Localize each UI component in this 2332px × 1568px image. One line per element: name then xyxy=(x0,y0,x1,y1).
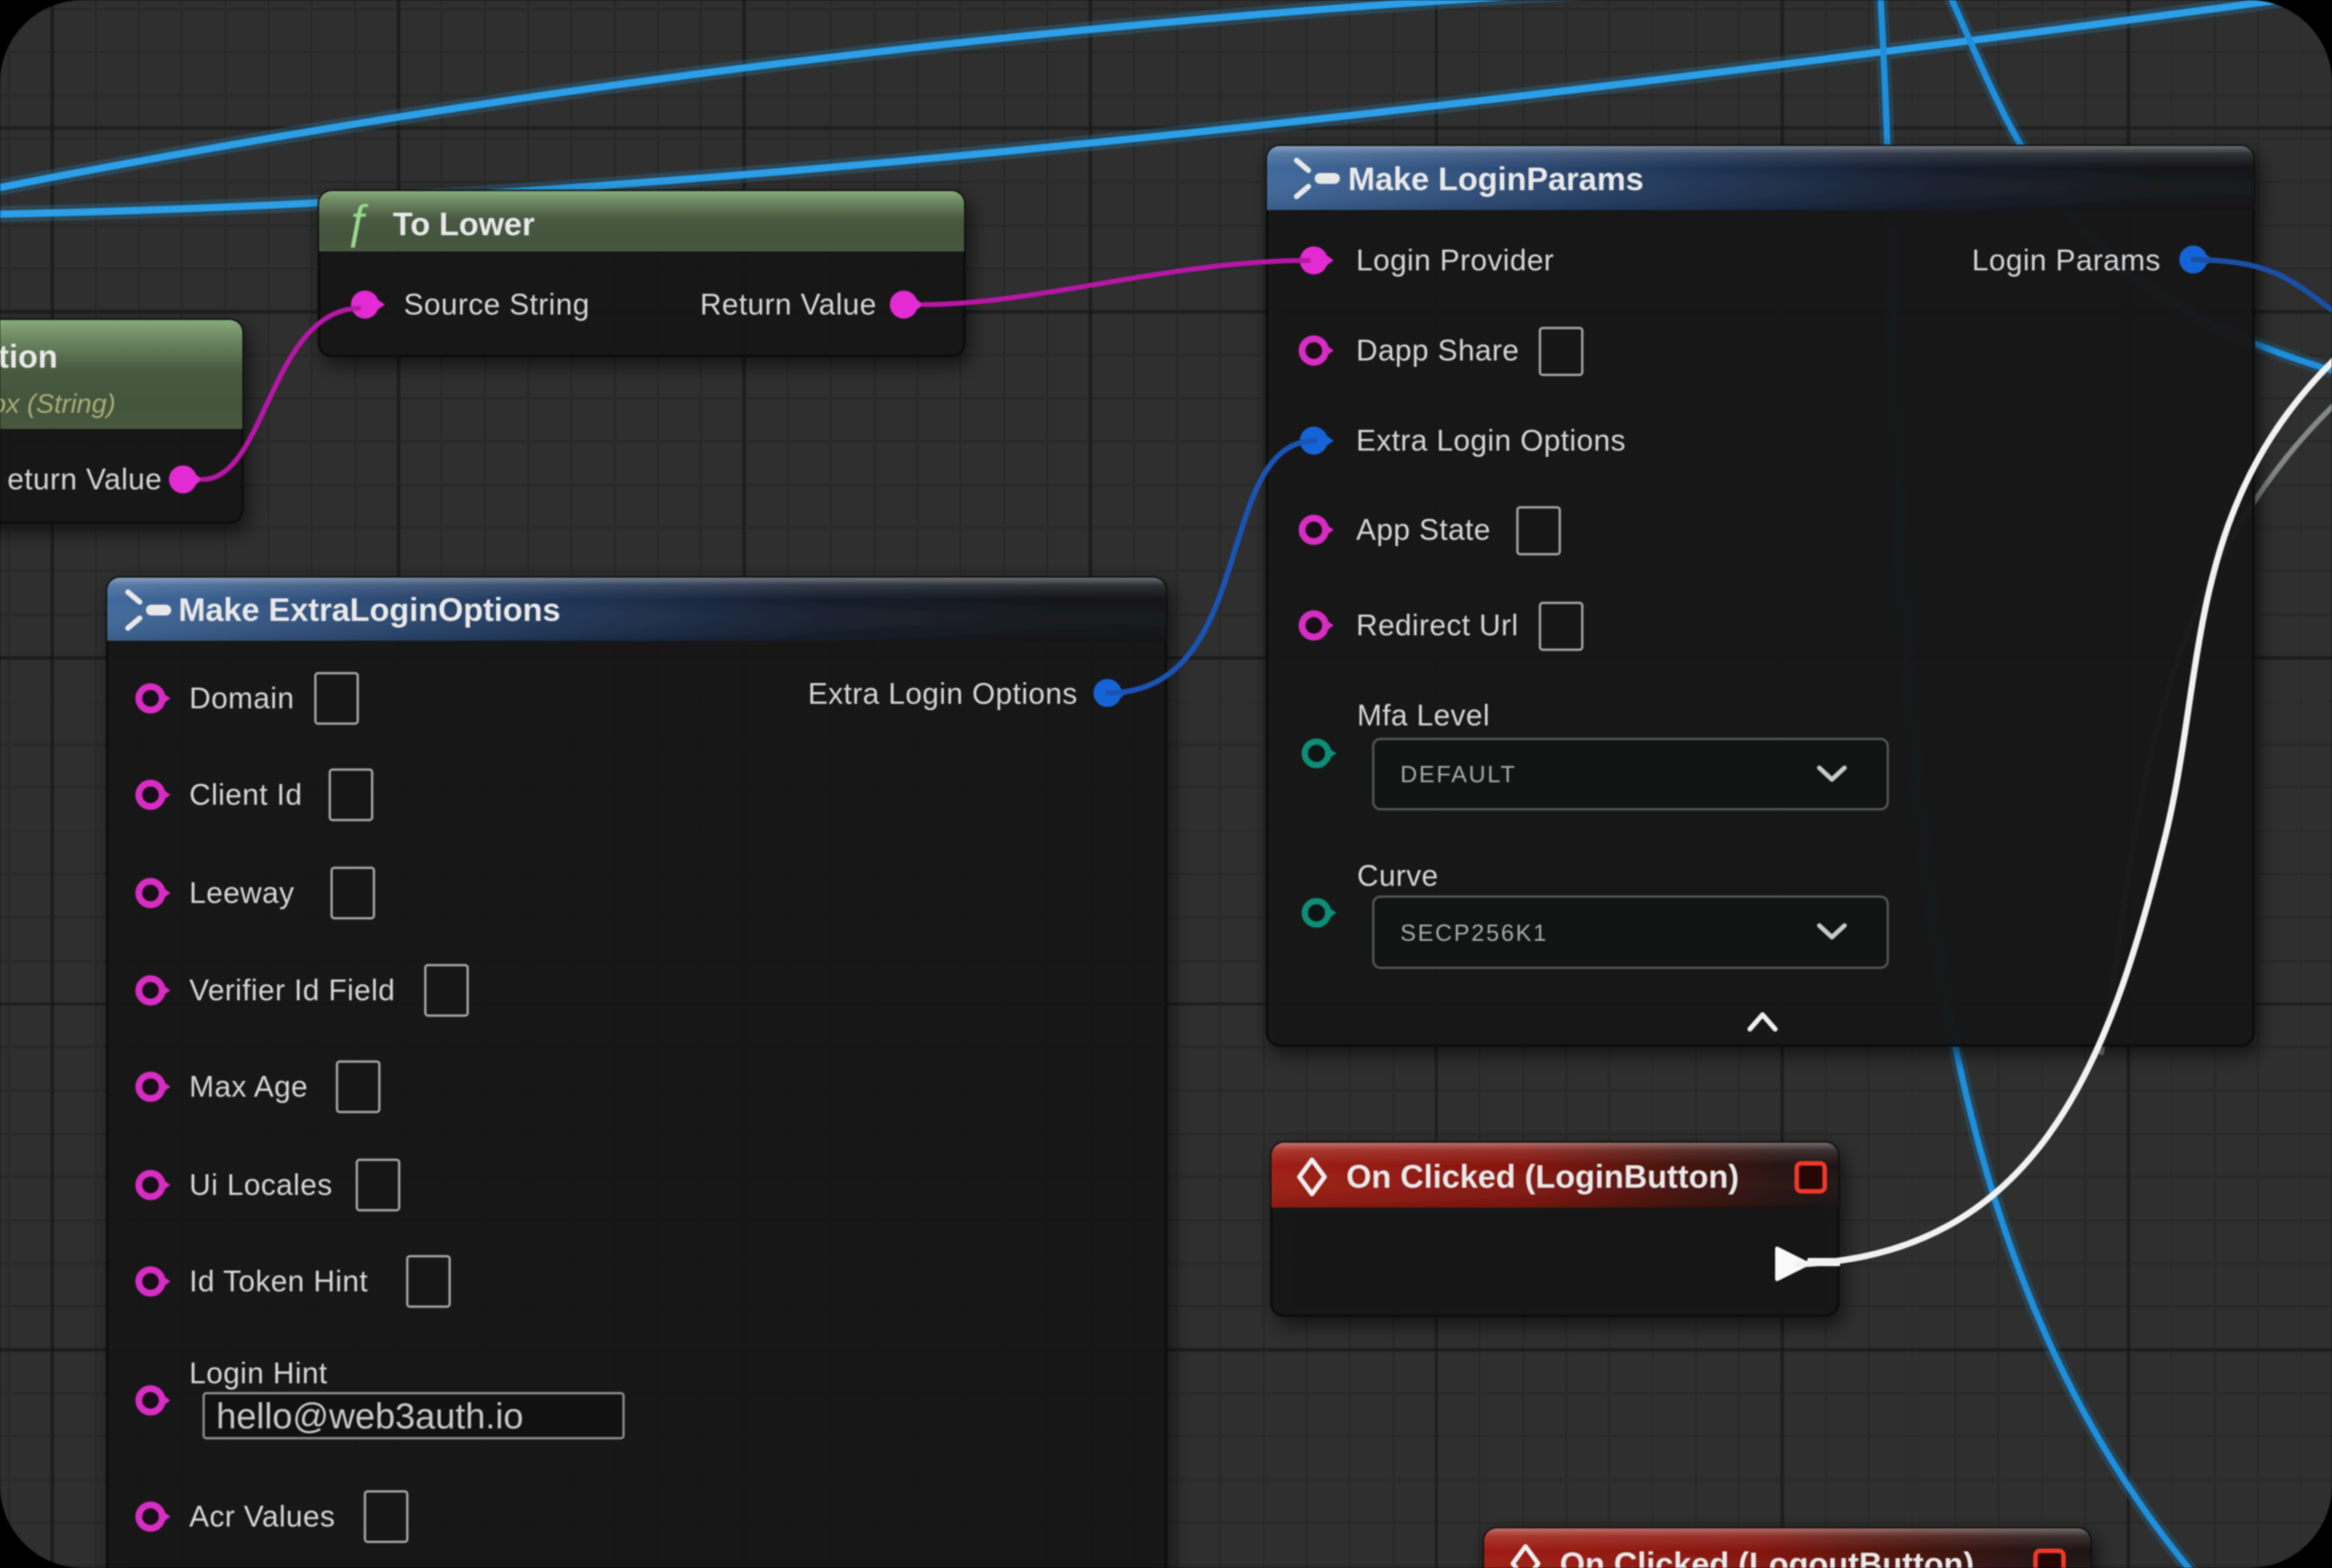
svg-text:Client Id: Client Id xyxy=(189,778,303,811)
svg-text:tion: tion xyxy=(0,338,58,375)
svg-text:SECP256K1: SECP256K1 xyxy=(1400,919,1548,946)
svg-text:To Lower: To Lower xyxy=(393,205,534,242)
svg-text:eturn Value: eturn Value xyxy=(7,462,162,496)
svg-text:Make LoginParams: Make LoginParams xyxy=(1348,160,1644,197)
svg-text:Mfa Level: Mfa Level xyxy=(1357,698,1490,732)
svg-text:On Clicked (LoginButton): On Clicked (LoginButton) xyxy=(1346,1158,1739,1195)
svg-text:Login Hint: Login Hint xyxy=(189,1356,328,1390)
svg-text:Login Provider: Login Provider xyxy=(1356,243,1554,277)
svg-text:Extra Login Options: Extra Login Options xyxy=(1356,424,1626,457)
svg-text:ox (String): ox (String) xyxy=(0,389,115,419)
svg-text:Source String: Source String xyxy=(404,287,589,321)
svg-text:Domain: Domain xyxy=(189,681,295,715)
svg-text:Redirect Url: Redirect Url xyxy=(1356,608,1518,642)
svg-text:Dapp Share: Dapp Share xyxy=(1356,333,1519,367)
svg-text:Verifier Id Field: Verifier Id Field xyxy=(189,973,396,1007)
svg-text:Make ExtraLoginOptions: Make ExtraLoginOptions xyxy=(178,591,560,628)
svg-text:ƒ: ƒ xyxy=(344,196,370,248)
svg-text:Login Params: Login Params xyxy=(1972,243,2161,277)
svg-text:Leeway: Leeway xyxy=(189,876,295,909)
svg-text:Id Token Hint: Id Token Hint xyxy=(189,1264,369,1298)
svg-text:App State: App State xyxy=(1356,513,1490,546)
svg-text:DEFAULT: DEFAULT xyxy=(1400,761,1517,788)
svg-text:Return Value: Return Value xyxy=(700,287,877,321)
svg-text:Curve: Curve xyxy=(1357,859,1439,892)
svg-text:hello@web3auth.io: hello@web3auth.io xyxy=(216,1397,524,1436)
svg-text:Acr Values: Acr Values xyxy=(189,1500,335,1533)
svg-text:Ui Locales: Ui Locales xyxy=(189,1168,332,1201)
svg-text:On Clicked (LogoutButton): On Clicked (LogoutButton) xyxy=(1560,1545,1974,1568)
svg-text:Max Age: Max Age xyxy=(189,1070,308,1103)
svg-text:Extra Login Options: Extra Login Options xyxy=(808,677,1078,710)
